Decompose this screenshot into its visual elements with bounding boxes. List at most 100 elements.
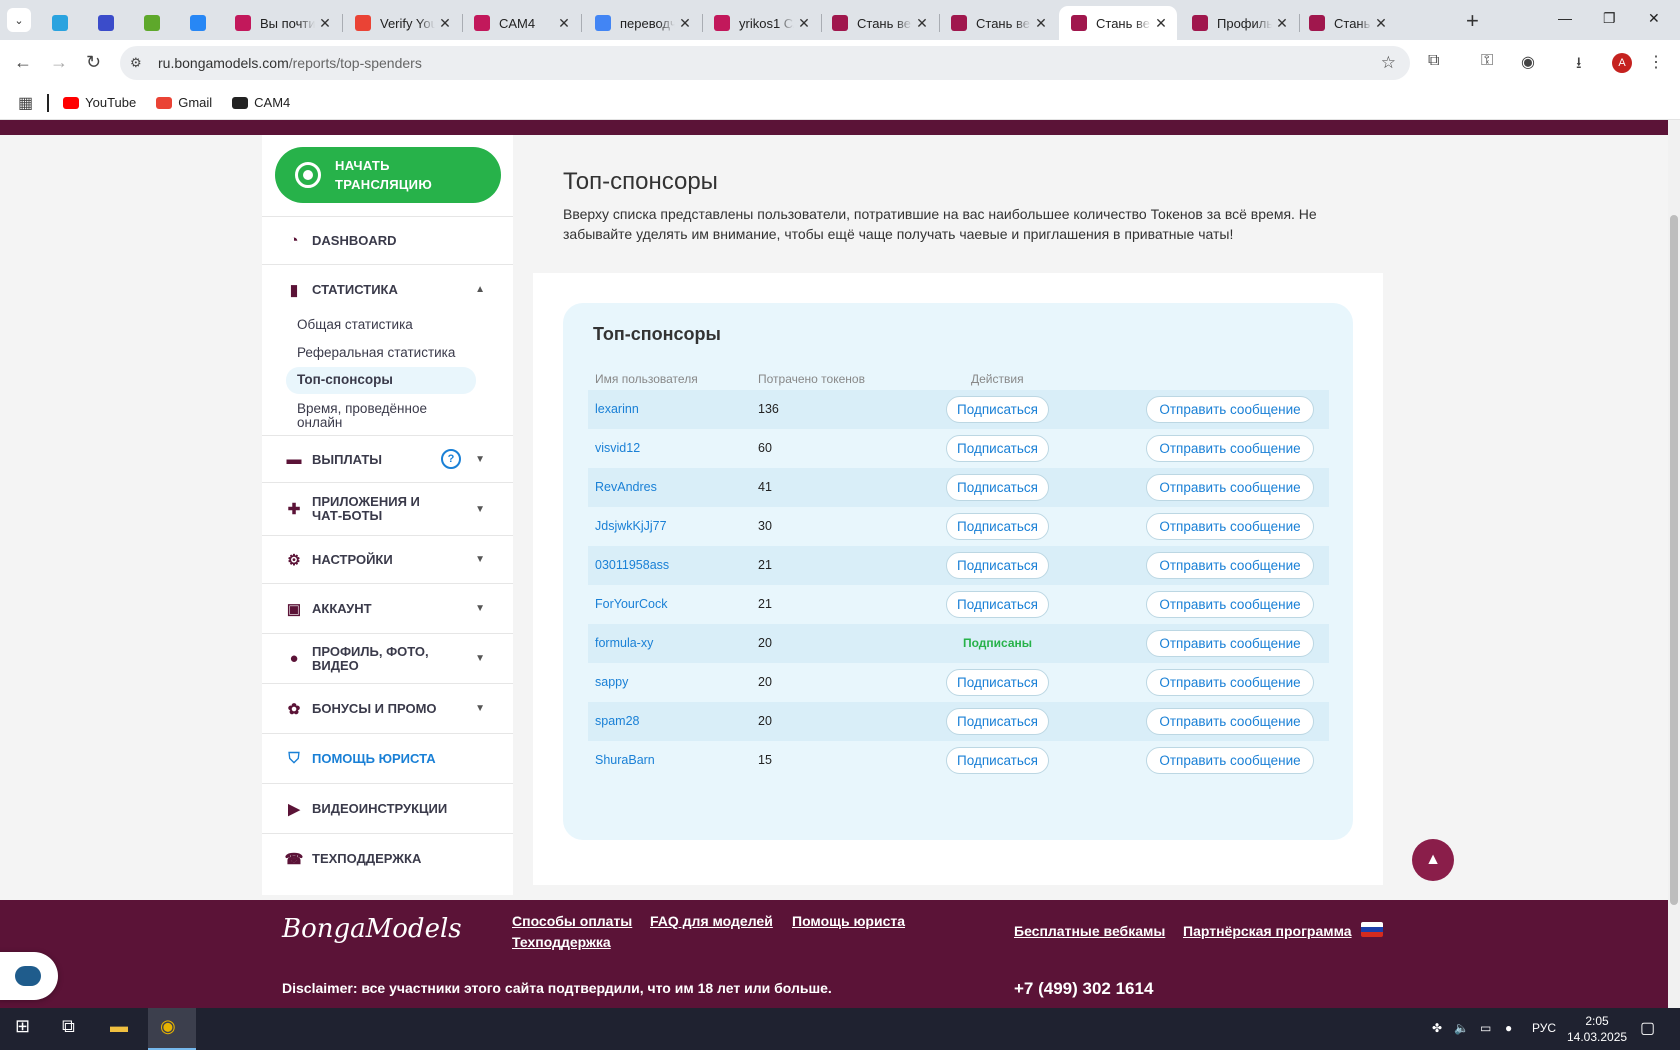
tab-close-icon[interactable]: ✕ <box>554 15 574 32</box>
browser-tab[interactable]: Стань ✕ <box>1297 6 1397 40</box>
footer-link-affiliate[interactable]: Партнёрская программа <box>1183 923 1352 939</box>
profile-avatar[interactable]: A <box>1612 53 1632 73</box>
footer-link-faq[interactable]: FAQ для моделей <box>650 913 773 929</box>
footer-link-payment[interactable]: Способы оплаты <box>512 913 632 929</box>
sidebar-item-payouts[interactable]: ▬ ВЫПЛАТЫ ? ▼ <box>262 435 513 482</box>
notification-icon[interactable]: ▢ <box>1640 1018 1655 1038</box>
address-bar[interactable]: ⚙ ru.bongamodels.com/reports/top-spender… <box>120 46 1410 80</box>
username-link[interactable]: 03011958ass <box>595 546 669 585</box>
tab-close-icon[interactable]: ✕ <box>912 15 932 32</box>
browser-tab[interactable] <box>40 6 80 40</box>
footer-link-free-webcams[interactable]: Бесплатные вебкамы <box>1014 923 1165 939</box>
bookmark-item[interactable]: YouTube <box>63 95 136 110</box>
reload-icon[interactable]: ↻ <box>86 52 101 73</box>
send-message-button[interactable]: Отправить сообщение <box>1146 435 1314 462</box>
sidebar-item-bonuses[interactable]: ✿ БОНУСЫ И ПРОМО ▼ <box>262 683 513 733</box>
send-message-button[interactable]: Отправить сообщение <box>1146 669 1314 696</box>
send-message-button[interactable]: Отправить сообщение <box>1146 747 1314 774</box>
tab-close-icon[interactable]: ✕ <box>315 15 335 32</box>
browser-tab[interactable]: Профиль ✕ <box>1180 6 1298 40</box>
tab-close-icon[interactable]: ✕ <box>1151 15 1171 32</box>
footer-logo[interactable]: BongaModels <box>282 914 462 944</box>
apps-grid-icon[interactable]: ▦ <box>18 93 33 113</box>
sidebar-item-video-guides[interactable]: ▶ ВИДЕОИНСТРУКЦИИ <box>262 783 513 833</box>
menu-icon[interactable]: ⋮ <box>1648 52 1664 72</box>
forward-icon[interactable]: → <box>50 52 68 73</box>
tab-close-icon[interactable]: ✕ <box>1272 15 1292 32</box>
chat-button[interactable] <box>0 952 58 1000</box>
sidebar-subitem-general-stats[interactable]: Общая статистика <box>297 318 413 332</box>
sidebar-item-legal-help[interactable]: ⛉ ПОМОЩЬ ЮРИСТА <box>262 733 513 783</box>
tab-search-button[interactable]: ⌄ <box>7 8 31 32</box>
language-indicator[interactable]: РУС <box>1532 1021 1556 1035</box>
sidebar-subitem-online-time[interactable]: Время, проведённое онлайн <box>297 402 447 430</box>
subscribe-button[interactable]: Подписаться <box>946 669 1049 696</box>
sidebar-item-apps[interactable]: ✚ ПРИЛОЖЕНИЯ И ЧАТ-БОТЫ ▼ <box>262 482 513 535</box>
browser-tab[interactable] <box>132 6 172 40</box>
sidebar-item-profile[interactable]: ● ПРОФИЛЬ, ФОТО, ВИДЕО ▼ <box>262 633 513 683</box>
send-message-button[interactable]: Отправить сообщение <box>1146 630 1314 657</box>
send-message-button[interactable]: Отправить сообщение <box>1146 474 1314 501</box>
tab-close-icon[interactable]: ✕ <box>1031 15 1051 32</box>
extensions-icon[interactable]: ⧉ <box>1428 52 1439 70</box>
tab-close-icon[interactable]: ✕ <box>675 15 695 32</box>
tray-icon[interactable]: ✤ <box>1432 1021 1442 1035</box>
tab-close-icon[interactable]: ✕ <box>1371 15 1391 32</box>
username-link[interactable]: ForYourCock <box>595 585 668 624</box>
bookmark-star-icon[interactable]: ☆ <box>1381 53 1396 73</box>
sidebar-item-statistics[interactable]: ▮ СТАТИСТИКА ▲ <box>262 264 513 314</box>
start-broadcast-button[interactable]: НАЧАТЬ ТРАНСЛЯЦИЮ <box>275 147 501 203</box>
sidebar-item-dashboard[interactable]: ◔ DASHBOARD <box>262 216 513 264</box>
browser-tab[interactable]: Verify You ✕ <box>343 6 461 40</box>
send-message-button[interactable]: Отправить сообщение <box>1146 552 1314 579</box>
site-info-icon[interactable]: ⚙ <box>130 55 150 71</box>
file-explorer-icon[interactable]: ▬ <box>110 1016 128 1037</box>
volume-icon[interactable]: 🔈 <box>1454 1021 1469 1035</box>
subscribe-button[interactable]: Подписаться <box>946 513 1049 540</box>
tab-close-icon[interactable]: ✕ <box>435 15 455 32</box>
bookmark-item[interactable]: CAM4 <box>232 95 290 110</box>
send-message-button[interactable]: Отправить сообщение <box>1146 396 1314 423</box>
restore-icon[interactable]: ❐ <box>1603 10 1616 27</box>
browser-tab[interactable]: Стань веб✕ <box>939 6 1057 40</box>
page-scrollbar[interactable] <box>1668 120 1680 1008</box>
browser-tab[interactable]: переводч ✕ <box>583 6 701 40</box>
scrollbar-thumb[interactable] <box>1670 215 1678 905</box>
browser-tab[interactable] <box>86 6 126 40</box>
sidebar-subitem-top-spenders[interactable]: Топ-спонсоры <box>286 367 476 394</box>
browser-tab[interactable]: yrikos1 C/✕ <box>702 6 820 40</box>
windows-start-icon[interactable]: ⊞ <box>15 1016 30 1037</box>
send-message-button[interactable]: Отправить сообщение <box>1146 591 1314 618</box>
username-link[interactable]: RevAndres <box>595 468 657 507</box>
sidebar-item-support[interactable]: ☎ ТЕХПОДДЕРЖКА <box>262 833 513 883</box>
subscribe-button[interactable]: Подписаться <box>946 747 1049 774</box>
subscribe-button[interactable]: Подписаться <box>946 474 1049 501</box>
send-message-button[interactable]: Отправить сообщение <box>1146 708 1314 735</box>
bookmark-item[interactable]: Gmail <box>156 95 212 110</box>
username-link[interactable]: formula-xy <box>595 624 653 663</box>
username-link[interactable]: spam28 <box>595 702 639 741</box>
minimize-icon[interactable]: — <box>1558 10 1572 26</box>
browser-tab[interactable] <box>178 6 218 40</box>
download-icon[interactable]: ⭳ <box>1576 52 1582 79</box>
subscribe-button[interactable]: Подписаться <box>946 396 1049 423</box>
browser-tab[interactable]: Стань веб✕ <box>1059 6 1177 40</box>
microphone-icon[interactable]: ● <box>1505 1021 1512 1035</box>
sidebar-item-settings[interactable]: ⚙ НАСТРОЙКИ ▼ <box>262 535 513 583</box>
language-flag-icon[interactable] <box>1361 922 1383 937</box>
scroll-to-top-button[interactable]: ▲ <box>1412 839 1454 881</box>
task-view-icon[interactable]: ⧉ <box>62 1016 75 1037</box>
browser-tab[interactable]: CAM4 ✕ <box>462 6 580 40</box>
subscribe-button[interactable]: Подписаться <box>946 591 1049 618</box>
browser-tab[interactable]: Вы почти ✕ <box>223 6 341 40</box>
username-link[interactable]: ShuraBarn <box>595 741 655 780</box>
subscribe-button[interactable]: Подписаться <box>946 435 1049 462</box>
close-window-icon[interactable]: ✕ <box>1648 10 1660 27</box>
back-icon[interactable]: ← <box>14 52 32 73</box>
username-link[interactable]: visvid12 <box>595 429 640 468</box>
send-message-button[interactable]: Отправить сообщение <box>1146 513 1314 540</box>
username-link[interactable]: JdsjwkKjJj77 <box>595 507 667 546</box>
new-tab-button[interactable]: + <box>1466 8 1479 34</box>
subscribe-button[interactable]: Подписаться <box>946 708 1049 735</box>
username-link[interactable]: sappy <box>595 663 628 702</box>
